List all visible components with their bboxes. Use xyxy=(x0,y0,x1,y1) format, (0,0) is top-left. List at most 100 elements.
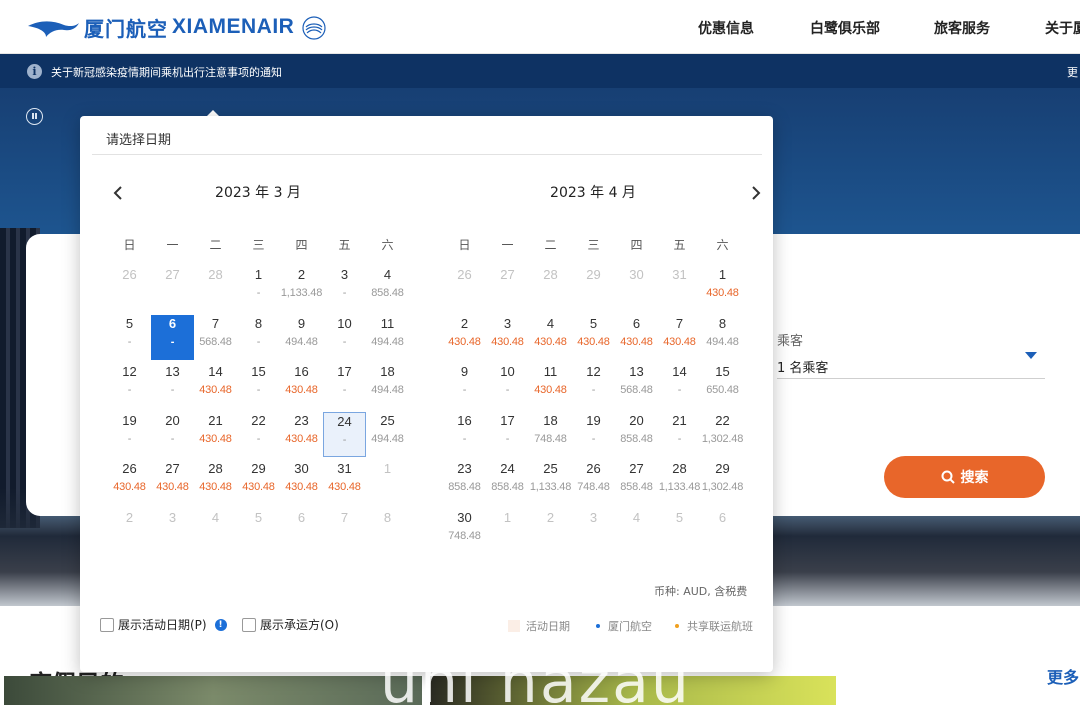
notice-text[interactable]: 关于新冠感染疫情期间乘机出行注意事项的通知 xyxy=(51,64,282,80)
date-cell[interactable]: 18 748.48 xyxy=(529,412,572,457)
date-cell[interactable]: 11 494.48 xyxy=(366,315,409,360)
date-cell[interactable]: 12 - xyxy=(572,363,615,408)
xiamenair-logo[interactable]: 厦门航空 XIAMENAIR xyxy=(26,12,328,42)
date-cell[interactable]: 28 1,133.48 xyxy=(658,460,701,505)
date-cell[interactable]: 23 430.48 xyxy=(280,412,323,457)
notice-more-link[interactable]: 更 xyxy=(1067,64,1078,80)
date-cell[interactable]: 14 - xyxy=(658,363,701,408)
date-cell[interactable]: 26 430.48 xyxy=(108,460,151,505)
carrier-label[interactable]: 展示承运方(O) xyxy=(260,616,339,633)
nav-deals[interactable]: 优惠信息 xyxy=(698,18,754,38)
search-button[interactable]: 搜索 xyxy=(884,456,1045,498)
date-cell[interactable]: 25 494.48 xyxy=(366,412,409,457)
hover-date-cell[interactable]: 24 - xyxy=(323,411,366,457)
date-cell[interactable]: 30 430.48 xyxy=(280,460,323,505)
date-cell[interactable]: 30 748.48 xyxy=(443,509,486,554)
date-cell[interactable]: 10 - xyxy=(323,315,366,360)
date-cell[interactable]: 23 858.48 xyxy=(443,460,486,505)
date-cell[interactable]: 18 494.48 xyxy=(366,363,409,408)
date-cell[interactable]: 9 494.48 xyxy=(280,315,323,360)
date-cell[interactable]: 13 568.48 xyxy=(615,363,658,408)
date-cell: 30 xyxy=(615,266,658,311)
date-cell[interactable]: 31 430.48 xyxy=(323,460,366,505)
activity-dates-label[interactable]: 展示活动日期(P) xyxy=(118,616,207,633)
month-title: 2023 年 3 月 xyxy=(215,185,301,201)
date-cell[interactable]: 15 650.48 xyxy=(701,363,744,408)
date-cell[interactable]: 20 - xyxy=(151,412,194,457)
legend-xiamen-label: 厦门航空 xyxy=(608,620,652,633)
day-number: 24 xyxy=(500,461,515,476)
info-icon[interactable]: ! xyxy=(214,618,227,631)
date-cell[interactable]: 4 430.48 xyxy=(529,315,572,360)
date-cell[interactable]: 11 430.48 xyxy=(529,363,572,408)
date-cell[interactable]: 2 430.48 xyxy=(443,315,486,360)
date-cell[interactable]: 13 - xyxy=(151,363,194,408)
date-cell[interactable]: 4 858.48 xyxy=(366,266,409,311)
date-cell[interactable]: 5 430.48 xyxy=(572,315,615,360)
day-price: 858.48 xyxy=(620,432,653,445)
date-cell[interactable]: 19 - xyxy=(108,412,151,457)
date-cell[interactable]: 24 858.48 xyxy=(486,460,529,505)
date-cell[interactable]: 3- xyxy=(323,266,366,311)
date-cell[interactable]: 1 430.48 xyxy=(701,266,744,311)
day-price: - xyxy=(505,384,510,396)
selected-date-cell[interactable]: 6- xyxy=(151,314,194,360)
date-cell[interactable]: 19 - xyxy=(572,412,615,457)
day-price: 494.48 xyxy=(371,384,404,396)
date-cell[interactable]: 21 - xyxy=(658,412,701,457)
day-number: 4 xyxy=(546,315,555,331)
date-cell[interactable]: 15 - xyxy=(237,363,280,408)
more-link[interactable]: 更多 xyxy=(1047,664,1079,688)
date-cell[interactable]: 16 - xyxy=(443,412,486,457)
activity-dates-checkbox[interactable] xyxy=(100,617,114,632)
date-cell[interactable]: 27 858.48 xyxy=(615,460,658,505)
date-cell[interactable]: 5- xyxy=(108,315,151,360)
date-cell[interactable]: 22 - xyxy=(237,412,280,457)
date-cell[interactable]: 8 494.48 xyxy=(701,315,744,360)
chevron-right-icon[interactable] xyxy=(750,186,762,200)
caret-down-icon[interactable] xyxy=(1025,352,1037,359)
carrier-checkbox[interactable] xyxy=(242,617,256,632)
date-cell[interactable]: 12 - xyxy=(108,363,151,408)
date-cell[interactable]: 14 430.48 xyxy=(194,363,237,408)
date-cell[interactable]: 7 568.48 xyxy=(194,315,237,360)
show-activity-dates-option[interactable]: 展示活动日期(P) ! xyxy=(100,616,227,633)
date-cell[interactable]: 8- xyxy=(237,315,280,360)
date-cell[interactable]: 10 - xyxy=(486,363,529,408)
day-number: 10 xyxy=(500,364,515,379)
date-cell[interactable]: 26 748.48 xyxy=(572,460,615,505)
date-cell[interactable]: 7 430.48 xyxy=(658,315,701,360)
nav-egret-club[interactable]: 白鹭俱乐部 xyxy=(810,18,880,38)
date-cell[interactable]: 17 - xyxy=(486,412,529,457)
weekday-label: 六 xyxy=(716,238,729,252)
date-cell[interactable]: 3 430.48 xyxy=(486,315,529,360)
date-cell[interactable]: 6 430.48 xyxy=(615,315,658,360)
date-cell[interactable]: 9- xyxy=(443,363,486,408)
date-cell[interactable]: 28 430.48 xyxy=(194,460,237,505)
date-cell[interactable]: 1- xyxy=(237,266,280,311)
show-carrier-option[interactable]: 展示承运方(O) xyxy=(242,616,339,633)
promo-image[interactable] xyxy=(4,676,422,705)
date-cell[interactable]: 16 430.48 xyxy=(280,363,323,408)
xiamen-dot-icon xyxy=(596,624,600,628)
date-cell[interactable]: 20 858.48 xyxy=(615,412,658,457)
day-price: 748.48 xyxy=(534,432,567,445)
date-cell[interactable]: 29 1,302.48 xyxy=(701,460,744,505)
date-cell[interactable]: 25 1,133.48 xyxy=(529,460,572,505)
day-number: 6 xyxy=(168,315,177,331)
date-cell[interactable]: 17 - xyxy=(323,363,366,408)
nav-passenger-services[interactable]: 旅客服务 xyxy=(934,18,990,38)
logo-english-text: XIAMENAIR xyxy=(172,15,295,38)
date-cell[interactable]: 29 430.48 xyxy=(237,460,280,505)
date-cell[interactable]: 2 1,133.48 xyxy=(280,266,323,311)
date-cell[interactable]: 22 1,302.48 xyxy=(701,412,744,457)
date-cell[interactable]: 27 430.48 xyxy=(151,460,194,505)
day-number: 30 xyxy=(457,509,472,525)
day-price: 430.48 xyxy=(285,481,318,493)
date-cell[interactable]: 21 430.48 xyxy=(194,412,237,457)
passenger-select[interactable]: 1 名乘客 xyxy=(777,357,828,376)
date-cell: 6 xyxy=(280,509,323,554)
nav-about[interactable]: 关于厦 xyxy=(1045,18,1080,38)
pause-icon[interactable] xyxy=(26,108,43,125)
day-number: 25 xyxy=(543,461,558,476)
